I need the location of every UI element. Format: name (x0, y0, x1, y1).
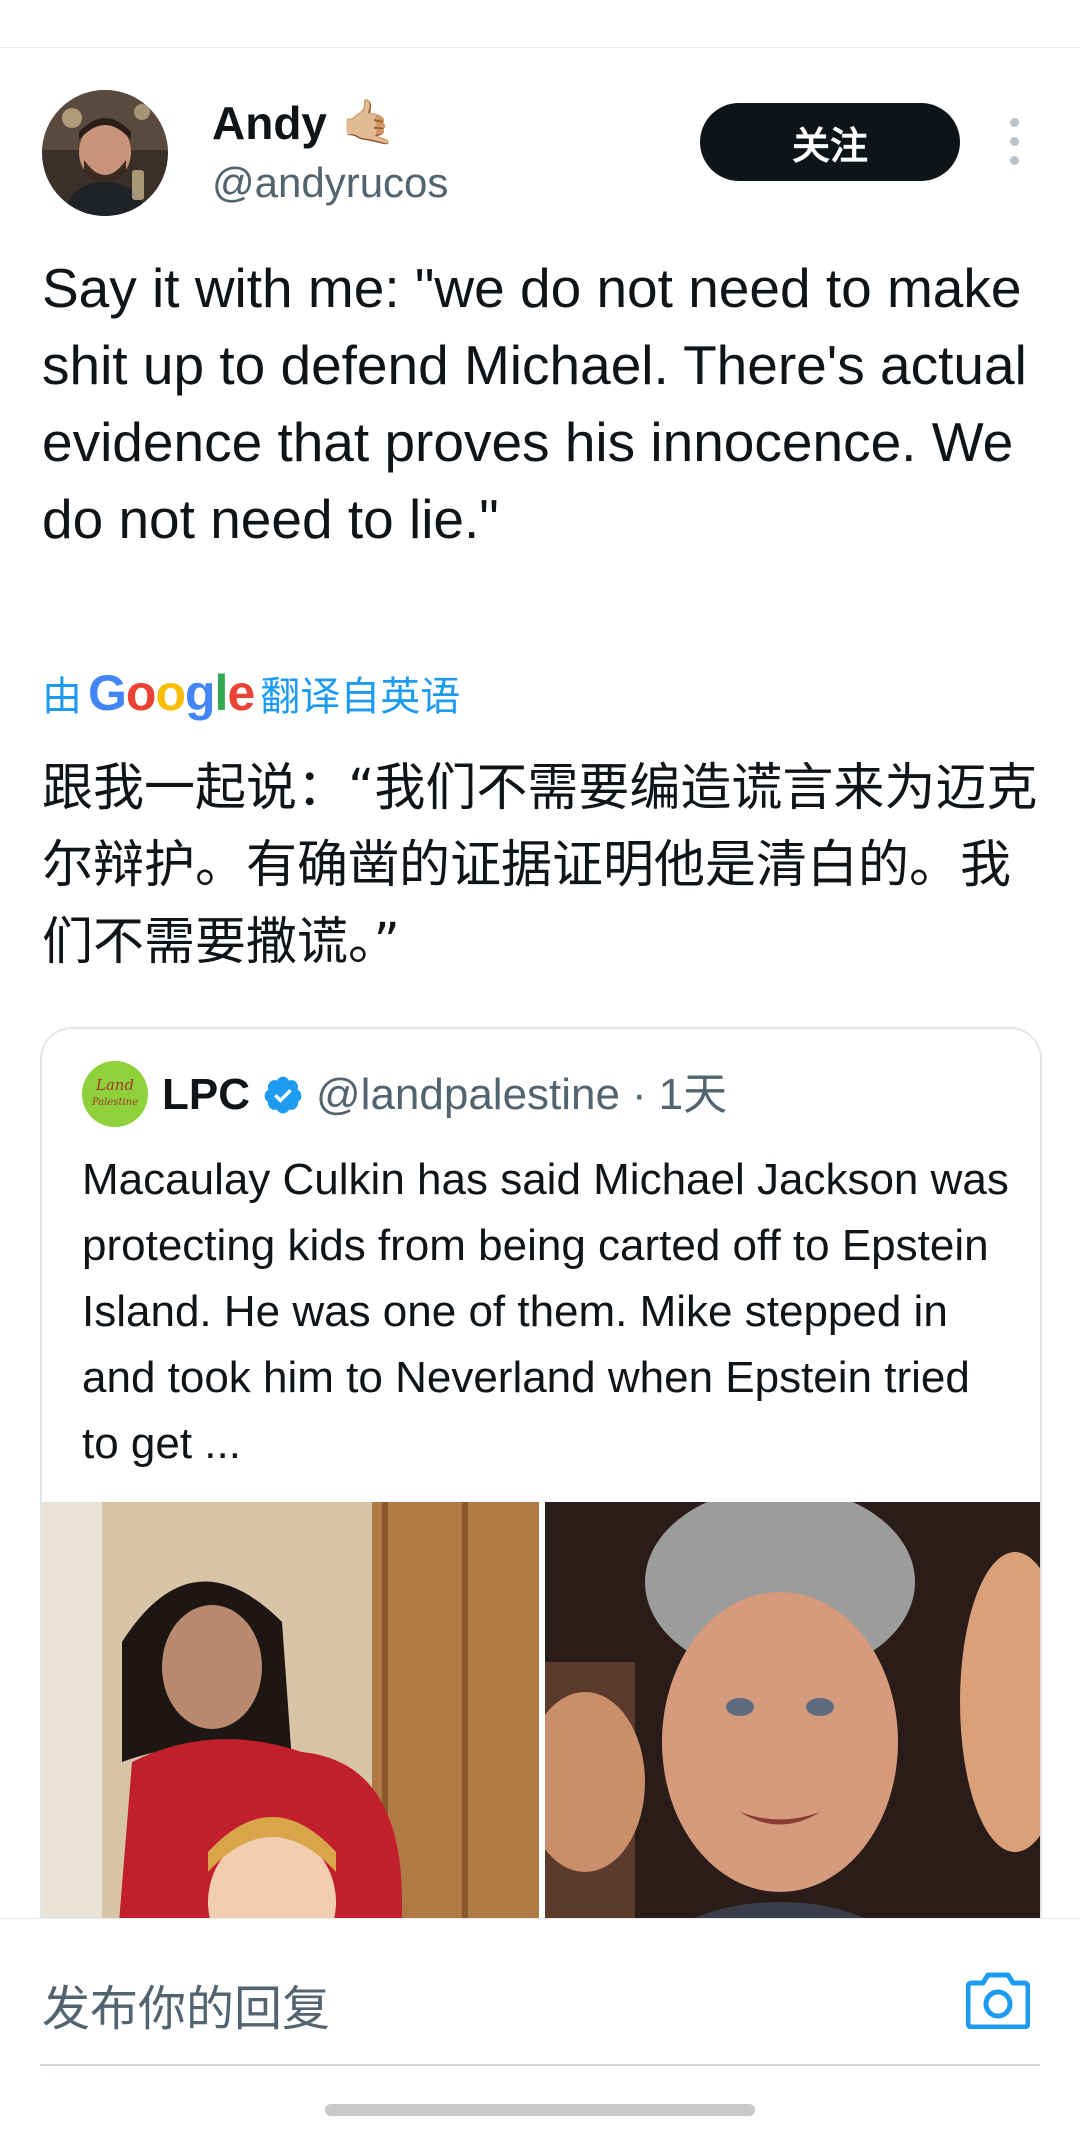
translated-by-prefix: 由 (42, 674, 82, 720)
translated-by-google[interactable]: 由 Google 翻译自英语 (42, 664, 460, 722)
author-handle[interactable]: @andyrucos (212, 155, 448, 211)
quoted-handle[interactable]: @landpalestine (316, 1067, 620, 1123)
translated-by-suffix: 翻译自英语 (260, 674, 461, 720)
top-divider (0, 47, 1080, 48)
google-logo: Google (88, 665, 255, 721)
more-options-icon[interactable] (1000, 118, 1028, 168)
follow-button[interactable]: 关注 (700, 103, 960, 181)
author-name-row[interactable]: Andy 🤙🏼 (212, 95, 396, 151)
tweet-translation: 跟我一起说：“我们不需要编造谎言来为迈克尔辩护。有确凿的证据证明他是清白的。我们… (42, 759, 1038, 972)
home-indicator[interactable] (325, 2104, 755, 2116)
hand-emoji: 🤙🏼 (341, 98, 396, 147)
svg-text:Land: Land (95, 1076, 134, 1094)
author-avatar[interactable] (42, 90, 168, 216)
verified-badge-icon (264, 1076, 302, 1114)
reply-input[interactable]: 发布你的回复 (42, 1969, 330, 2039)
reply-underline (40, 2064, 1040, 2066)
svg-text:Palestine: Palestine (91, 1097, 138, 1108)
tweet-text: Say it with me: "we do not need to make … (42, 257, 1027, 550)
quoted-header: LPC @landpalestine · 1天 (162, 1067, 727, 1123)
quoted-separator: · (631, 1070, 647, 1119)
quoted-avatar[interactable]: Land Palestine (82, 1061, 148, 1127)
quoted-tweet-card[interactable]: Land Palestine LPC @landpalestine · 1天 M… (40, 1027, 1042, 2011)
quoted-time[interactable]: 1天 (659, 1067, 727, 1123)
author-name[interactable]: Andy (212, 95, 327, 151)
quoted-text: Macaulay Culkin has said Michael Jackson… (82, 1155, 1009, 1468)
camera-icon[interactable] (966, 1971, 1030, 2029)
quoted-name[interactable]: LPC (162, 1067, 250, 1123)
reply-bar: 发布你的回复 (0, 1918, 1080, 2140)
